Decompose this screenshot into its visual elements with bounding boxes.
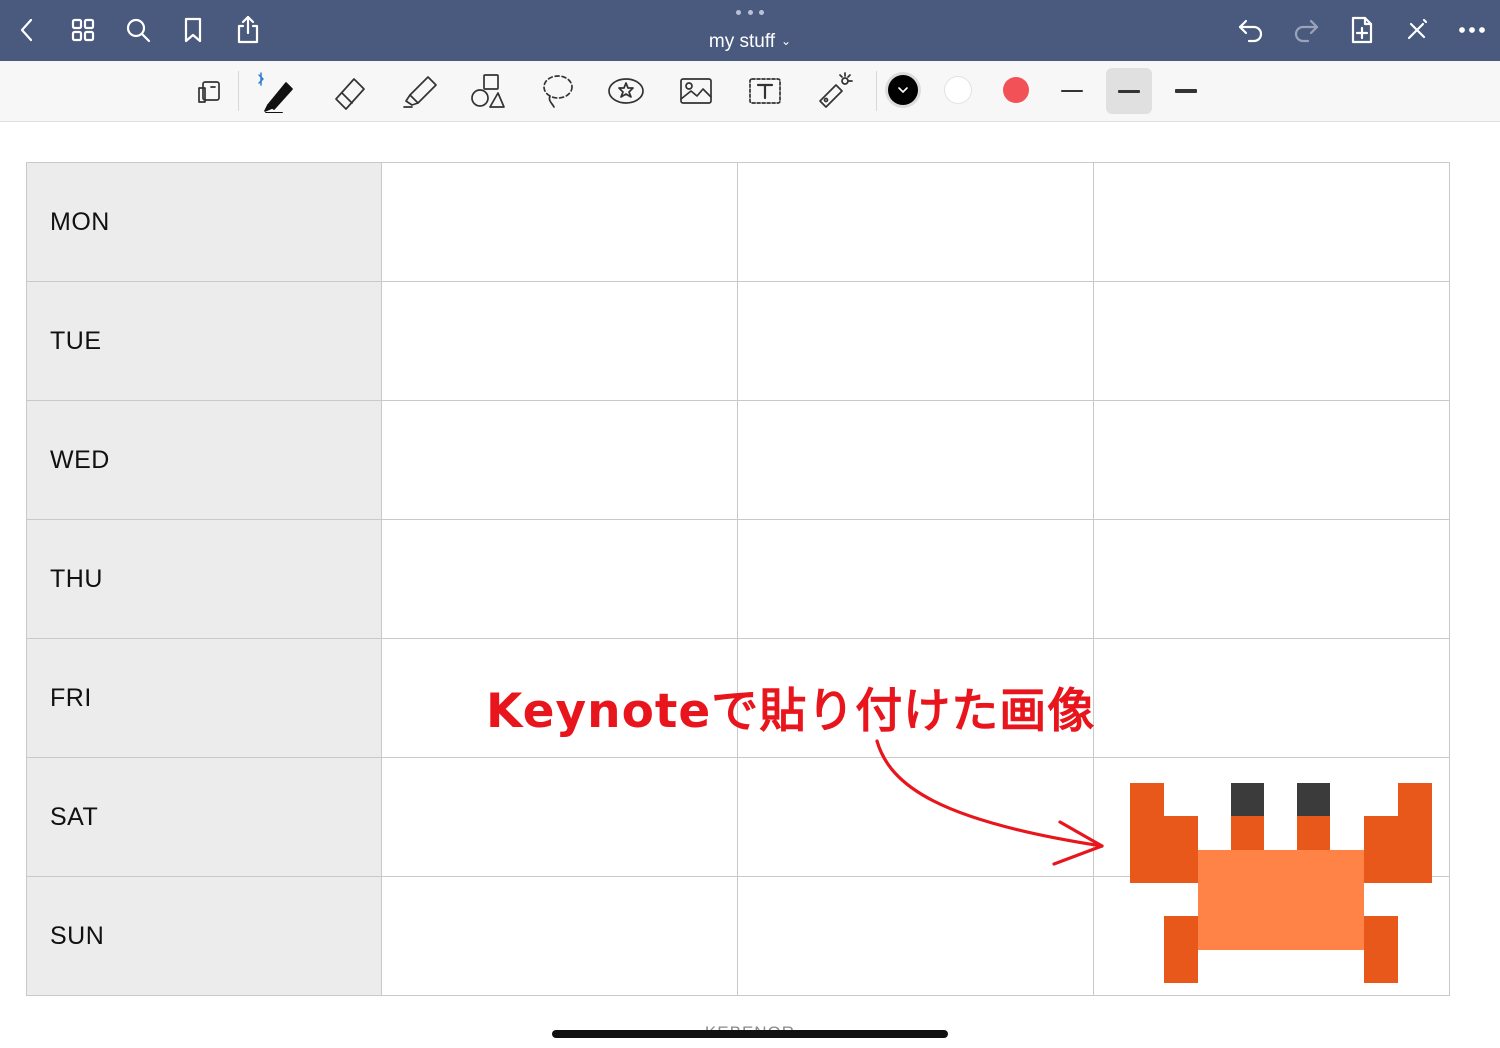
more-icon[interactable] xyxy=(1455,13,1489,47)
shapes-icon[interactable] xyxy=(466,70,510,112)
document-title[interactable]: my stuff ⌄ xyxy=(0,31,1500,54)
stroke-width-medium[interactable] xyxy=(1106,68,1152,114)
highlighter-icon[interactable] xyxy=(398,70,442,112)
color-swatch-white[interactable] xyxy=(945,77,971,103)
annotation-text[interactable]: Keynoteで貼り付けた画像 xyxy=(486,672,1095,741)
day-label: MON xyxy=(26,162,382,282)
planner-cell[interactable] xyxy=(381,876,738,996)
title-chevron-down-icon[interactable]: ⌄ xyxy=(781,34,791,48)
planner-cell[interactable] xyxy=(737,281,1094,401)
day-label: TUE xyxy=(26,281,382,401)
planner-cell[interactable] xyxy=(1093,638,1450,758)
lasso-icon[interactable] xyxy=(536,70,580,112)
planner-cell[interactable] xyxy=(1093,162,1450,282)
table-row: WED xyxy=(26,400,1450,520)
planner-cell[interactable] xyxy=(381,281,738,401)
drawing-toolbar xyxy=(0,61,1500,122)
planner-cell[interactable] xyxy=(381,757,738,877)
day-label: SUN xyxy=(26,876,382,996)
day-label: WED xyxy=(26,400,382,520)
planner-cell[interactable] xyxy=(1093,519,1450,639)
table-row: THU xyxy=(26,519,1450,639)
planner-cell[interactable] xyxy=(737,162,1094,282)
document-title-text[interactable]: my stuff xyxy=(709,31,775,52)
table-row: MON xyxy=(26,162,1450,282)
day-label: THU xyxy=(26,519,382,639)
planner-cell[interactable] xyxy=(381,519,738,639)
planner-cell[interactable] xyxy=(737,876,1094,996)
stroke-width-thick[interactable] xyxy=(1163,68,1209,114)
readonly-mode-icon[interactable] xyxy=(188,70,232,112)
laser-pointer-icon[interactable] xyxy=(812,70,856,112)
planner-cell[interactable] xyxy=(381,162,738,282)
annotation-arrow[interactable] xyxy=(860,736,1110,871)
planner-cell[interactable] xyxy=(737,400,1094,520)
planner-cell[interactable] xyxy=(381,400,738,520)
day-label: FRI xyxy=(26,638,382,758)
planner-cell[interactable] xyxy=(1093,400,1450,520)
toolbar-divider xyxy=(876,71,877,111)
elements-icon[interactable] xyxy=(604,70,648,112)
add-page-icon[interactable] xyxy=(1345,13,1379,47)
undo-icon[interactable] xyxy=(1234,13,1268,47)
window-handle-dots[interactable] xyxy=(736,10,764,18)
chevron-down-icon xyxy=(898,87,908,93)
image-icon[interactable] xyxy=(674,70,718,112)
color-swatch-red[interactable] xyxy=(1003,77,1029,103)
planner-cell[interactable] xyxy=(1093,281,1450,401)
text-icon[interactable] xyxy=(743,70,787,112)
pasted-crab-image[interactable] xyxy=(1130,783,1432,983)
pen-icon[interactable] xyxy=(256,70,300,113)
home-indicator[interactable] xyxy=(552,1030,948,1038)
toolbar-divider xyxy=(238,71,239,111)
table-row: TUE xyxy=(26,281,1450,401)
day-label: SAT xyxy=(26,757,382,877)
color-swatch-black[interactable] xyxy=(888,75,918,105)
planner-cell[interactable] xyxy=(737,519,1094,639)
stroke-width-thin[interactable] xyxy=(1049,68,1095,114)
close-toolbar-icon[interactable] xyxy=(1400,13,1434,47)
redo-icon[interactable] xyxy=(1289,13,1323,47)
top-navigation-bar: my stuff ⌄ xyxy=(0,0,1500,61)
eraser-icon[interactable] xyxy=(328,70,372,112)
